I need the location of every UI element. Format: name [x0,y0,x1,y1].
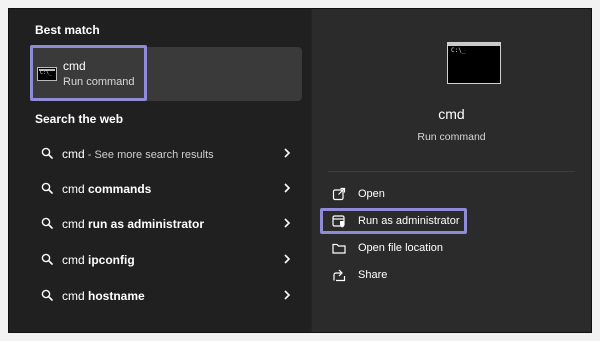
share-icon [333,269,346,282]
action-open-file-location[interactable]: Open file location [332,237,572,259]
search-web-heading: Search the web [35,112,124,126]
web-result-prefix: cmd [62,253,85,267]
chevron-right-icon [284,148,291,158]
action-label: Share [358,269,388,281]
action-label: Run as administrator [358,215,460,227]
search-results-window: Best match C:\_ cmd Run command Search t… [8,8,592,333]
search-icon [41,253,53,265]
web-result-suffix: - See more search results [84,149,214,161]
results-pane: Best match C:\_ cmd Run command Search t… [9,9,311,332]
chevron-right-icon [284,183,291,193]
web-result-prefix: cmd [62,289,85,303]
web-result-item[interactable]: cmd hostname [30,279,302,313]
web-result-suffix: commands [84,182,152,196]
cmd-icon: C:\_ [37,67,57,81]
action-share[interactable]: Share [332,264,572,286]
web-result-suffix: ipconfig [84,253,135,267]
web-result-suffix: hostname [84,289,145,303]
web-result-item[interactable]: cmd - See more search results [30,137,302,171]
action-label: Open [358,188,385,200]
details-subtitle: Run command [417,131,486,143]
divider [328,171,575,172]
chevron-right-icon [284,218,291,228]
details-pane: C:\_ cmd Run command Open Run as adminis… [311,9,591,332]
shield-admin-icon [332,215,345,228]
action-label: Open file location [358,242,443,254]
web-result-item[interactable]: cmd ipconfig [30,243,302,277]
action-run-as-administrator[interactable]: Run as administrator [332,210,572,232]
web-result-prefix: cmd [62,182,85,196]
search-icon [41,182,53,194]
action-open[interactable]: Open [332,183,572,205]
chevron-right-icon [284,290,291,300]
web-result-prefix: cmd [62,147,85,161]
search-icon [41,289,53,301]
folder-icon [332,243,346,254]
open-icon [332,187,346,201]
search-icon [41,217,53,229]
search-icon [41,147,53,159]
web-result-item[interactable]: cmd run as administrator [30,207,302,241]
best-match-subtitle: Run command [63,76,135,88]
best-match-heading: Best match [35,23,100,37]
web-result-suffix: run as administrator [84,217,205,231]
web-result-item[interactable]: cmd commands [30,172,302,206]
details-title: cmd [438,106,465,122]
chevron-right-icon [284,254,291,264]
web-result-prefix: cmd [62,217,85,231]
cmd-large-icon: C:\_ [447,42,501,84]
best-match-title: cmd [63,59,86,73]
